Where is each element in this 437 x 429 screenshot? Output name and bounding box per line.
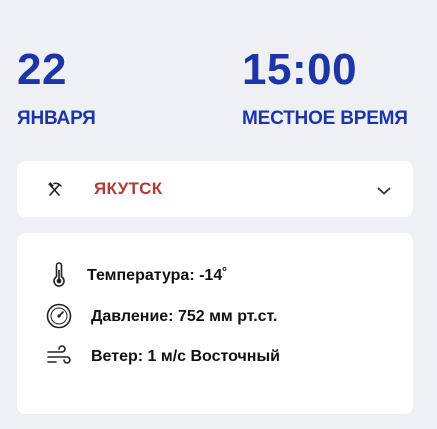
- date-day: 22: [17, 45, 67, 94]
- wind-row: Ветер: 1 м/с Восточный: [17, 342, 413, 370]
- local-time-label: МЕСТНОЕ ВРЕМЯ: [242, 108, 408, 129]
- pickaxe-hammer-icon: [47, 181, 63, 197]
- chevron-down-icon[interactable]: [377, 183, 391, 195]
- weather-card: Температура: -14˚ Давление: 752 мм рт.ст…: [17, 233, 413, 414]
- wind-text: Ветер: 1 м/с Восточный: [91, 348, 280, 365]
- date-month: ЯНВАРЯ: [17, 108, 96, 129]
- wind-icon: [45, 342, 73, 370]
- selected-city: ЯКУТСК: [94, 179, 163, 198]
- thermometer-icon: [45, 261, 73, 289]
- temperature-text: Температура: -14˚: [87, 267, 228, 284]
- city-select-dropdown[interactable]: ЯКУТСК: [17, 161, 413, 217]
- pressure-row: Давление: 752 мм рт.ст.: [17, 302, 413, 330]
- barometer-icon: [45, 302, 73, 330]
- temperature-row: Температура: -14˚: [17, 261, 413, 289]
- date-block: 22 ЯНВАРЯ: [17, 44, 96, 131]
- time-block: 15:00 МЕСТНОЕ ВРЕМЯ: [242, 44, 408, 131]
- pressure-text: Давление: 752 мм рт.ст.: [91, 308, 278, 325]
- weather-widget: 22 ЯНВАРЯ 15:00 МЕСТНОЕ ВРЕМЯ ЯКУТСК Тем…: [0, 0, 437, 429]
- local-time: 15:00: [242, 45, 358, 94]
